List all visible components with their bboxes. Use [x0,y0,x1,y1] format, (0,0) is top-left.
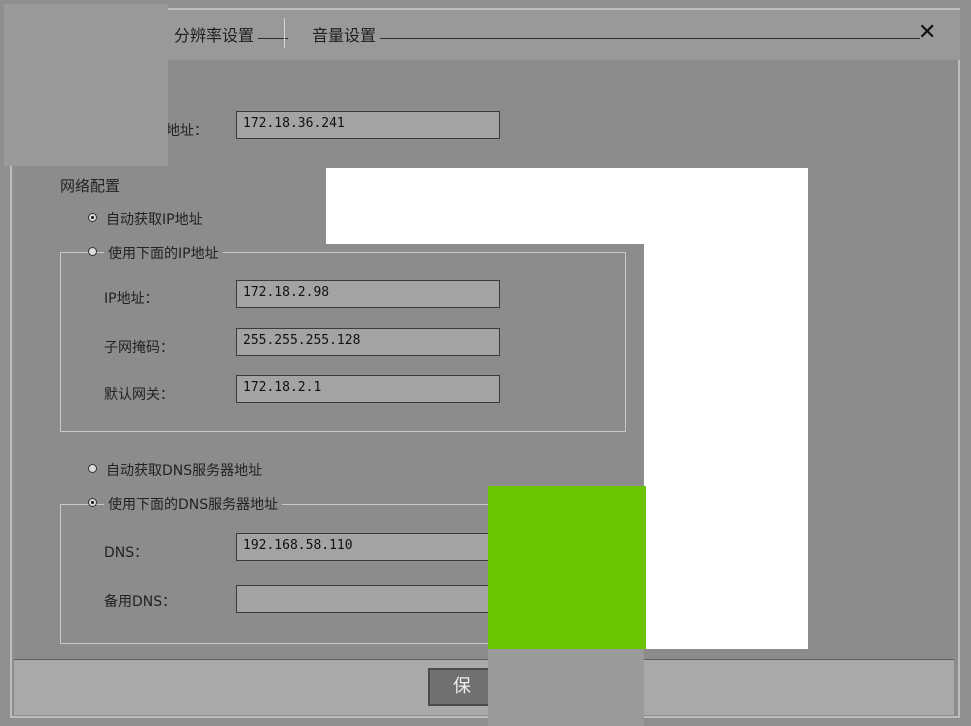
tab-volume[interactable]: 音量设置 [312,22,376,46]
dns-label: DNS： [104,545,149,561]
auto-dns-radio[interactable] [88,464,97,473]
ip-address-label: IP地址： [104,291,159,307]
server-address-input[interactable]: 172.18.36.241 [236,111,500,139]
manual-ip-radio[interactable] [88,247,97,256]
gateway-label: 默认网关： [104,387,174,403]
green-overlay-block [488,486,646,649]
close-icon[interactable]: ✕ [918,20,936,45]
backup-dns-input[interactable] [236,585,500,613]
tab-resolution[interactable]: 分辨率设置 [174,22,254,46]
backup-dns-label: 备用DNS： [104,594,177,610]
manual-ip-label: 使用下面的IP地址 [104,243,223,263]
auto-ip-label: 自动获取IP地址 [106,212,203,228]
tab-underline [380,38,920,39]
gray-overlay-block [4,4,168,166]
gateway-input[interactable]: 172.18.2.1 [236,375,500,403]
white-overlay-block [326,168,808,244]
auto-dns-label: 自动获取DNS服务器地址 [106,463,263,479]
server-address-label: 地址： [166,123,208,139]
manual-dns-radio[interactable] [88,498,97,507]
manual-dns-label: 使用下面的DNS服务器地址 [104,494,283,514]
auto-ip-radio[interactable] [88,213,97,222]
subnet-mask-input[interactable]: 255.255.255.128 [236,328,500,356]
network-config-title: 网络配置 [60,177,121,195]
ip-address-input[interactable]: 172.18.2.98 [236,280,500,308]
save-button[interactable]: 保 [428,668,496,706]
gray-overlay-block [488,649,644,726]
dns-input[interactable]: 192.168.58.110 [236,533,500,561]
subnet-mask-label: 子网掩码： [104,340,174,356]
tab-divider [284,18,285,48]
white-overlay-block [644,244,808,649]
